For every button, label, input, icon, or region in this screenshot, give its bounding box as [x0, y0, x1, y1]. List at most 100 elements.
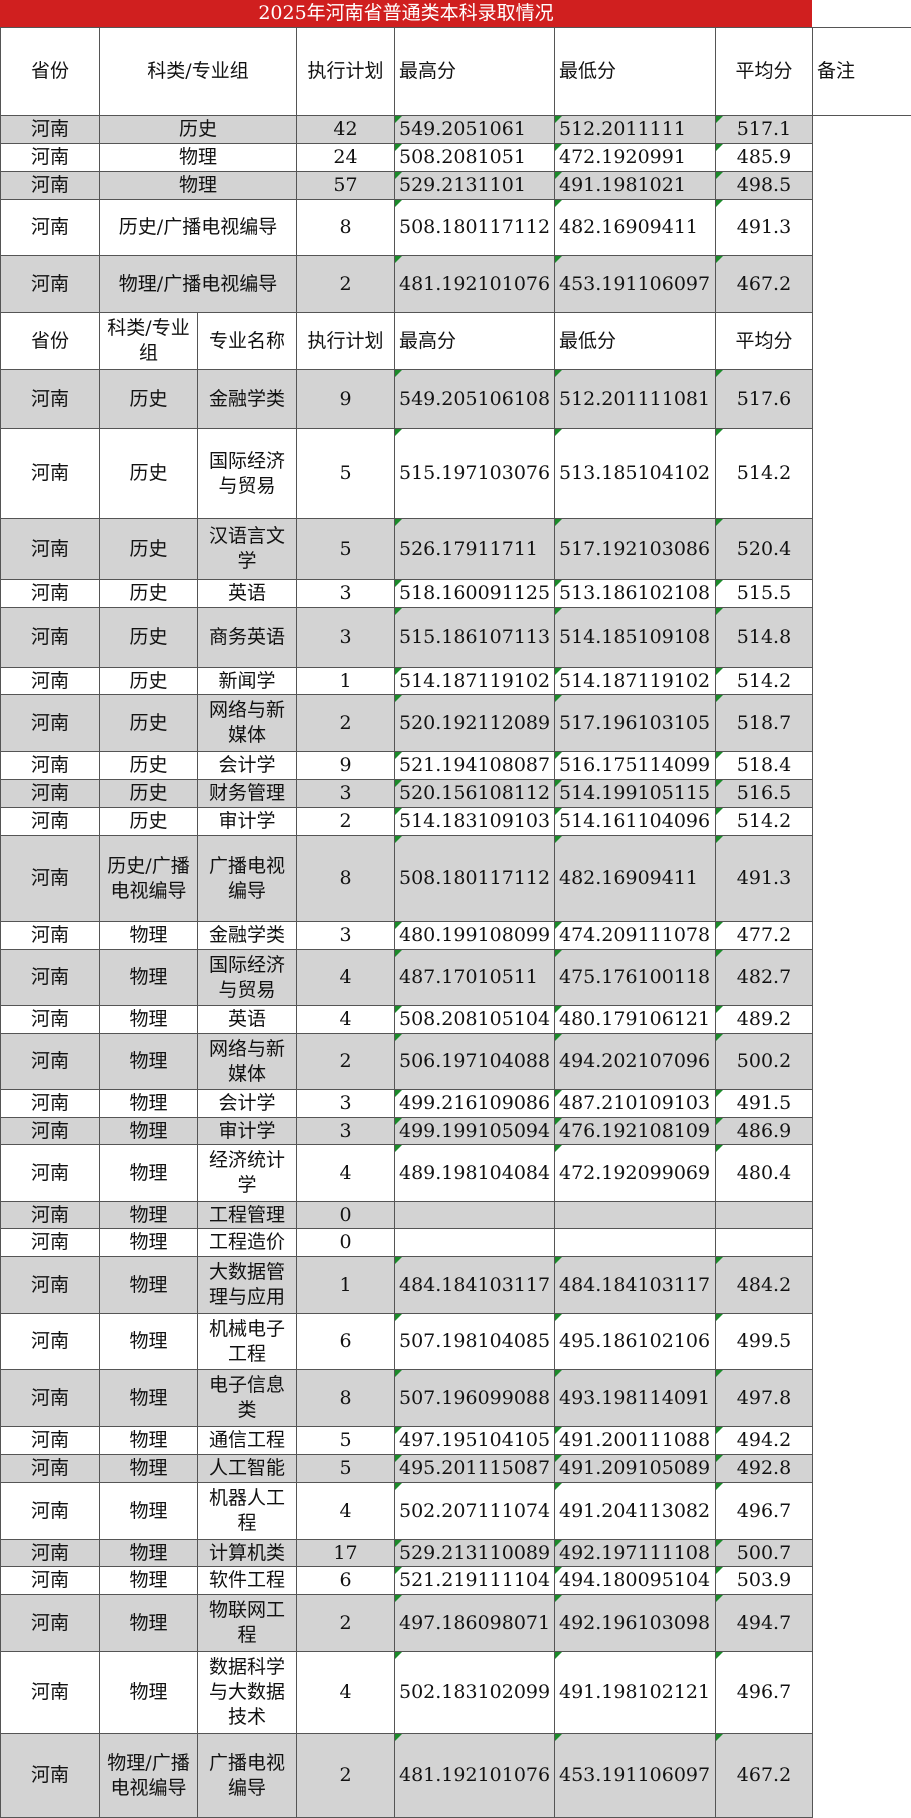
table2-row-max: 497.195104105: [394, 1426, 555, 1455]
table2-row-category-text: 历史: [129, 626, 168, 649]
header2-plan-text: 执行计划: [307, 329, 384, 352]
table2-row-avg: 467.2: [715, 1733, 813, 1818]
table2-row-avg-text: 517.6: [736, 387, 792, 410]
table2-row-major: 金融学类: [197, 369, 297, 429]
table1-row-max-text: 549.2051061: [399, 118, 526, 141]
table1-row-province: 河南: [0, 171, 100, 200]
table2-row-avg-text: 514.2: [736, 462, 792, 485]
table2-row-min: 514.199105115: [554, 779, 716, 808]
table2-row-plan-text: 4: [339, 966, 352, 989]
table1-row-max: 508.180117112: [394, 199, 555, 256]
table2-row-major: 计算机类: [197, 1539, 297, 1567]
table2-row-max-text: 515.186107113: [399, 626, 551, 649]
table2-row-category: 物理: [99, 1117, 198, 1145]
table2-row-province-text: 河南: [30, 1764, 69, 1787]
header2-min-text: 最低分: [559, 329, 617, 352]
table2-row-plan-text: 4: [339, 1499, 352, 1522]
table2-row-major-text: 人工智能: [208, 1457, 285, 1480]
table1-row-avg: 517.1: [715, 115, 813, 144]
table2-row-avg: 514.2: [715, 428, 813, 519]
table2-row-plan-text: 4: [339, 1681, 352, 1704]
table2-row-province-text: 河南: [30, 537, 69, 560]
table1-row-max-text: 481.192101076: [399, 272, 551, 295]
table2-row-avg: 496.7: [715, 1482, 813, 1540]
table1-row-category-text: 物理: [178, 146, 217, 169]
header2-major: 专业名称: [197, 312, 297, 370]
table2-row-major-text: 工程管理: [208, 1203, 285, 1226]
table2-row-avg: 499.5: [715, 1313, 813, 1370]
table2-row-max: 520.156108112: [394, 779, 555, 808]
table2-row-min-text: 517.192103086: [559, 537, 711, 560]
table2-row-province-text: 河南: [30, 810, 69, 833]
table2-row-max: 518.160091125: [394, 579, 555, 608]
table2-row-min-text: 514.199105115: [559, 782, 711, 805]
table2-row-min: 513.185104102: [554, 428, 716, 519]
table2-row-plan: 3: [296, 607, 395, 668]
table2-row-avg-text: 494.2: [736, 1429, 792, 1452]
header2-category-text: 科类/专业组: [107, 317, 190, 364]
table1-row-plan-text: 24: [333, 146, 358, 169]
table2-row-major: 国际经济与贸易: [197, 949, 297, 1006]
table2-row-province-text: 河南: [30, 582, 69, 605]
table2-row-category-text: 物理: [129, 1457, 168, 1480]
table2-row-min-text: 492.197111108: [559, 1541, 711, 1564]
table2-row-avg-text: 489.2: [736, 1008, 792, 1031]
table2-row-min: 513.186102108: [554, 579, 716, 608]
table2-row-plan: 4: [296, 1005, 395, 1034]
header-note: 备注: [812, 27, 911, 116]
table2-row-min-text: 480.179106121: [559, 1008, 711, 1031]
table2-row-min-text: 516.175114099: [559, 754, 711, 777]
table2-row-min: 491.204113082: [554, 1482, 716, 1540]
table2-row-avg: 500.2: [715, 1033, 813, 1090]
table2-row-major: 机器人工程: [197, 1482, 297, 1540]
table2-row-min: 476.192108109: [554, 1117, 716, 1145]
table2-row-category: 物理: [99, 1594, 198, 1652]
table2-row-min: 514.187119102: [554, 667, 716, 695]
table2-row-category: 物理: [99, 1005, 198, 1034]
table2-row-min: 491.198102121: [554, 1651, 716, 1734]
table2-row-avg-text: 484.2: [736, 1273, 792, 1296]
table1-row-plan: 2: [296, 255, 395, 313]
table2-row-min: 517.196103105: [554, 694, 716, 752]
table1-row-province-text: 河南: [30, 118, 69, 141]
table1-row-avg: 491.3: [715, 199, 813, 256]
table2-row-plan-text: 17: [333, 1541, 358, 1564]
table2-row-max-text: 480.199108099: [399, 924, 551, 947]
table2-row-min: 492.196103098: [554, 1594, 716, 1652]
table2-row-plan: 4: [296, 949, 395, 1006]
table2-row-major-text: 数据科学与大数据技术: [208, 1656, 285, 1728]
table2-row-category: 物理: [99, 1426, 198, 1455]
table2-row-min-text: 491.200111088: [559, 1429, 711, 1452]
table1-row-category-text: 物理: [178, 174, 217, 197]
table2-row-province: 河南: [0, 1454, 100, 1483]
table1-row-province-text: 河南: [30, 174, 69, 197]
table2-row-major: 工程造价: [197, 1228, 297, 1257]
table1-row-province: 河南: [0, 199, 100, 256]
header-category-text: 科类/专业组: [147, 60, 249, 83]
table2-row-province: 河南: [0, 1566, 100, 1595]
table2-row-plan-text: 3: [339, 782, 352, 805]
table2-row-plan: 5: [296, 428, 395, 519]
table2-row-max: 495.201115087: [394, 1454, 555, 1483]
table2-row-province-text: 河南: [30, 966, 69, 989]
table2-row-province-text: 河南: [30, 1161, 69, 1184]
table1-row-province-text: 河南: [30, 146, 69, 169]
table2-row-avg: 480.4: [715, 1144, 813, 1202]
table2-row-category: 物理/广播电视编导: [99, 1733, 198, 1818]
table2-row-major-text: 英语: [227, 582, 266, 605]
table2-row-category-text: 物理: [129, 1429, 168, 1452]
table2-row-major: 网络与新媒体: [197, 1033, 297, 1090]
table2-row-major: 大数据管理与应用: [197, 1256, 297, 1314]
table1-row-category: 历史: [99, 115, 297, 144]
table2-row-plan-text: 1: [339, 669, 352, 692]
table2-row-major: 财务管理: [197, 779, 297, 808]
table2-row-avg-text: 514.2: [736, 669, 792, 692]
table2-row-avg-text: 503.9: [736, 1569, 792, 1592]
table2-row-min-text: 495.186102106: [559, 1330, 711, 1353]
table2-row-major-text: 网络与新媒体: [208, 1037, 285, 1085]
table2-row-major: 经济统计学: [197, 1144, 297, 1202]
table2-row-major: 会计学: [197, 751, 297, 780]
table2-row-min: 514.185109108: [554, 607, 716, 668]
table2-row-major: 审计学: [197, 1117, 297, 1145]
table2-row-category-text: 物理: [129, 1386, 168, 1409]
